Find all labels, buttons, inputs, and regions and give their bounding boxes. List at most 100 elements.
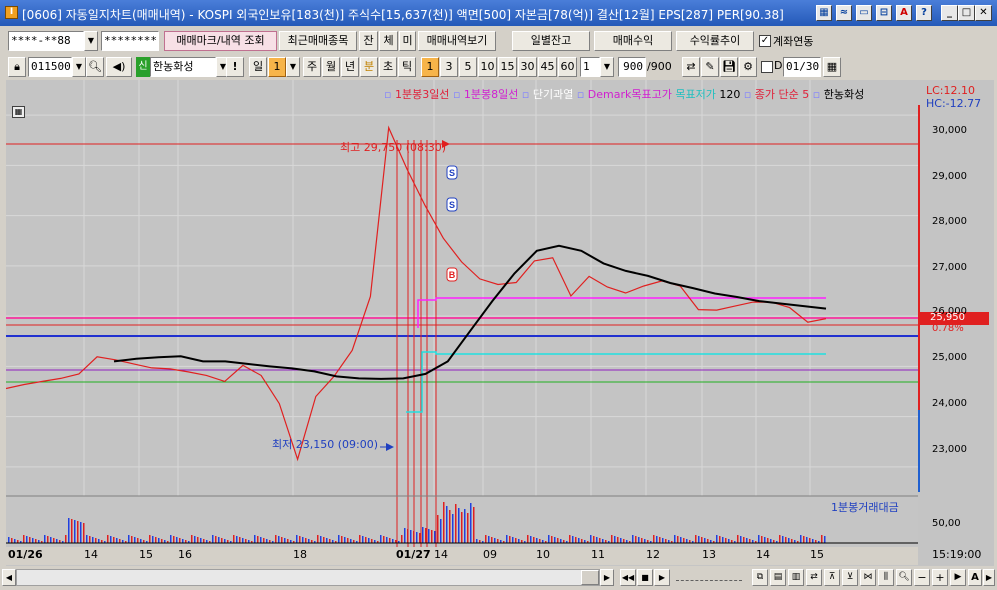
date-checkbox[interactable] xyxy=(761,61,773,73)
chart-type-icon[interactable]: ⊻ xyxy=(842,569,858,586)
executed-button[interactable]: 체 xyxy=(379,31,398,51)
legend-item[interactable]: 종가 단순 5 xyxy=(755,88,809,101)
compare-icon[interactable]: ⋈ xyxy=(860,569,876,586)
graph-icon[interactable]: ≈ xyxy=(836,5,852,21)
stock-name-field[interactable]: 한농화성 xyxy=(150,57,216,77)
period-dropdown[interactable]: ▼ xyxy=(286,57,300,77)
drawing-icon[interactable]: ✎ xyxy=(701,57,719,77)
volume-bar xyxy=(779,535,781,543)
view-trades-button[interactable]: 매매내역보기 xyxy=(418,31,496,51)
recent-trades-button[interactable]: 최근매매종목 xyxy=(279,31,357,51)
legend-item[interactable]: 1분봉3일선 xyxy=(395,88,449,101)
speed-slider[interactable] xyxy=(676,573,742,581)
price-chart[interactable]: S S B xyxy=(6,80,994,568)
minimize-icon[interactable]: _ xyxy=(941,5,958,21)
legend-item[interactable]: 목표저가 xyxy=(675,88,715,101)
legend-item[interactable]: Demark목표고가 xyxy=(588,88,672,101)
volume-bar xyxy=(170,535,172,543)
account-input[interactable]: ****-**88 xyxy=(8,31,84,51)
period-minute-button[interactable]: 분 xyxy=(360,57,378,77)
unfilled-button[interactable]: 미 xyxy=(399,31,416,51)
password-input[interactable]: ******** xyxy=(101,31,159,51)
lock-icon[interactable]: 🔒︎ xyxy=(8,57,26,77)
volume-bar xyxy=(785,537,787,543)
save-icon[interactable]: 💾︎ xyxy=(720,57,738,77)
bars-icon[interactable]: ⫼ xyxy=(878,569,894,586)
minute-3-button[interactable]: 3 xyxy=(440,57,458,77)
play-icon[interactable]: ▶ xyxy=(654,569,670,586)
arrows-icon[interactable]: ⇄ xyxy=(682,57,700,77)
speaker-icon[interactable]: ◀) xyxy=(106,57,132,77)
volume-bar xyxy=(632,535,634,543)
rewind-icon[interactable]: ◀◀ xyxy=(620,569,636,586)
scrollbar-thumb[interactable] xyxy=(581,570,599,585)
minute-10-button[interactable]: 10 xyxy=(478,57,497,77)
period-day-button[interactable]: 일 xyxy=(249,57,267,77)
scrollbar-track[interactable] xyxy=(16,569,600,586)
y-tick: 27,000 xyxy=(932,262,967,273)
period-week-button[interactable]: 주 xyxy=(303,57,321,77)
window-cascade-icon[interactable]: ▦ xyxy=(816,5,832,21)
volume-bar xyxy=(95,538,97,543)
sell-marker: S xyxy=(446,197,458,212)
balance-button[interactable]: 잔 xyxy=(359,31,378,51)
volume-bar xyxy=(233,535,235,543)
split-icon[interactable]: ⇄ xyxy=(806,569,822,586)
account-link-checkbox[interactable]: ✓ xyxy=(759,35,771,47)
expand-icon[interactable]: ▶ xyxy=(983,569,995,586)
chart-area[interactable]: S S B ▫ 1분봉3일선 ▫ 1분봉8일선 ▫ 단기과열 ▫ Demark목… xyxy=(6,80,994,568)
period-value[interactable]: 1 xyxy=(268,57,286,77)
legend-item[interactable]: 120 xyxy=(719,88,740,101)
legend-item[interactable]: 한농화성 xyxy=(824,88,864,101)
monitor-icon[interactable]: ▭ xyxy=(856,5,872,21)
arrange-icon[interactable]: ⊟ xyxy=(876,5,892,21)
account-dropdown[interactable]: ▼ xyxy=(84,31,98,51)
legend-item[interactable]: 단기과열 xyxy=(533,88,573,101)
minute-30-button[interactable]: 30 xyxy=(518,57,537,77)
font-icon[interactable]: A xyxy=(968,569,982,586)
date-input[interactable]: 01/30 xyxy=(783,57,821,77)
bar-count-input[interactable]: 900 xyxy=(618,57,646,77)
trade-profit-button[interactable]: 매매수익 xyxy=(594,31,672,51)
period-second-button[interactable]: 초 xyxy=(379,57,397,77)
calendar-icon[interactable]: ▦ xyxy=(823,57,841,77)
volume-bar xyxy=(92,537,94,543)
search-icon[interactable]: 🔍︎ xyxy=(86,57,104,77)
minute-1-button[interactable]: 1 xyxy=(421,57,439,77)
zoom-icon[interactable]: 🔍︎ xyxy=(896,569,912,586)
zoom-out-icon[interactable]: − xyxy=(914,569,930,586)
pin-icon[interactable]: ⊼ xyxy=(824,569,840,586)
count-input[interactable]: 1 xyxy=(580,57,600,77)
count-dropdown[interactable]: ▼ xyxy=(600,57,614,77)
scroll-right-icon[interactable]: ▶ xyxy=(600,569,614,586)
trade-mark-button[interactable]: 매매마크/내역 조회 xyxy=(164,31,277,51)
alert-button[interactable]: ! xyxy=(226,57,244,77)
minute-60-button[interactable]: 60 xyxy=(558,57,577,77)
zoom-in-icon[interactable]: + xyxy=(932,569,948,586)
close-icon[interactable]: ✕ xyxy=(975,5,992,21)
period-month-button[interactable]: 월 xyxy=(322,57,340,77)
settings-icon[interactable]: ⚙ xyxy=(739,57,757,77)
minute-45-button[interactable]: 45 xyxy=(538,57,557,77)
layout-icon[interactable]: ▤ xyxy=(770,569,786,586)
volume-bar xyxy=(611,535,613,543)
volume-bar xyxy=(44,535,46,543)
stop-icon[interactable]: ■ xyxy=(637,569,653,586)
a-icon[interactable]: A xyxy=(896,5,912,21)
grid-toggle-icon[interactable]: ▦ xyxy=(12,106,25,118)
yield-trend-button[interactable]: 수익률추이 xyxy=(676,31,754,51)
period-tick-button[interactable]: 틱 xyxy=(398,57,416,77)
legend-item[interactable]: 1분봉8일선 xyxy=(464,88,518,101)
stock-code-dropdown[interactable]: ▼ xyxy=(72,57,86,77)
maximize-icon[interactable]: □ xyxy=(958,5,975,21)
help-icon[interactable]: ? xyxy=(916,5,932,21)
period-year-button[interactable]: 년 xyxy=(341,57,359,77)
scroll-left-icon[interactable]: ◀ xyxy=(2,569,16,586)
scroll-end-icon[interactable]: ▶ xyxy=(950,569,966,586)
minute-5-button[interactable]: 5 xyxy=(459,57,477,77)
daily-balance-button[interactable]: 일별잔고 xyxy=(512,31,590,51)
copy-icon[interactable]: ⧉ xyxy=(752,569,768,586)
stock-code-input[interactable]: 011500 xyxy=(28,57,72,77)
layout2-icon[interactable]: ▥ xyxy=(788,569,804,586)
minute-15-button[interactable]: 15 xyxy=(498,57,517,77)
